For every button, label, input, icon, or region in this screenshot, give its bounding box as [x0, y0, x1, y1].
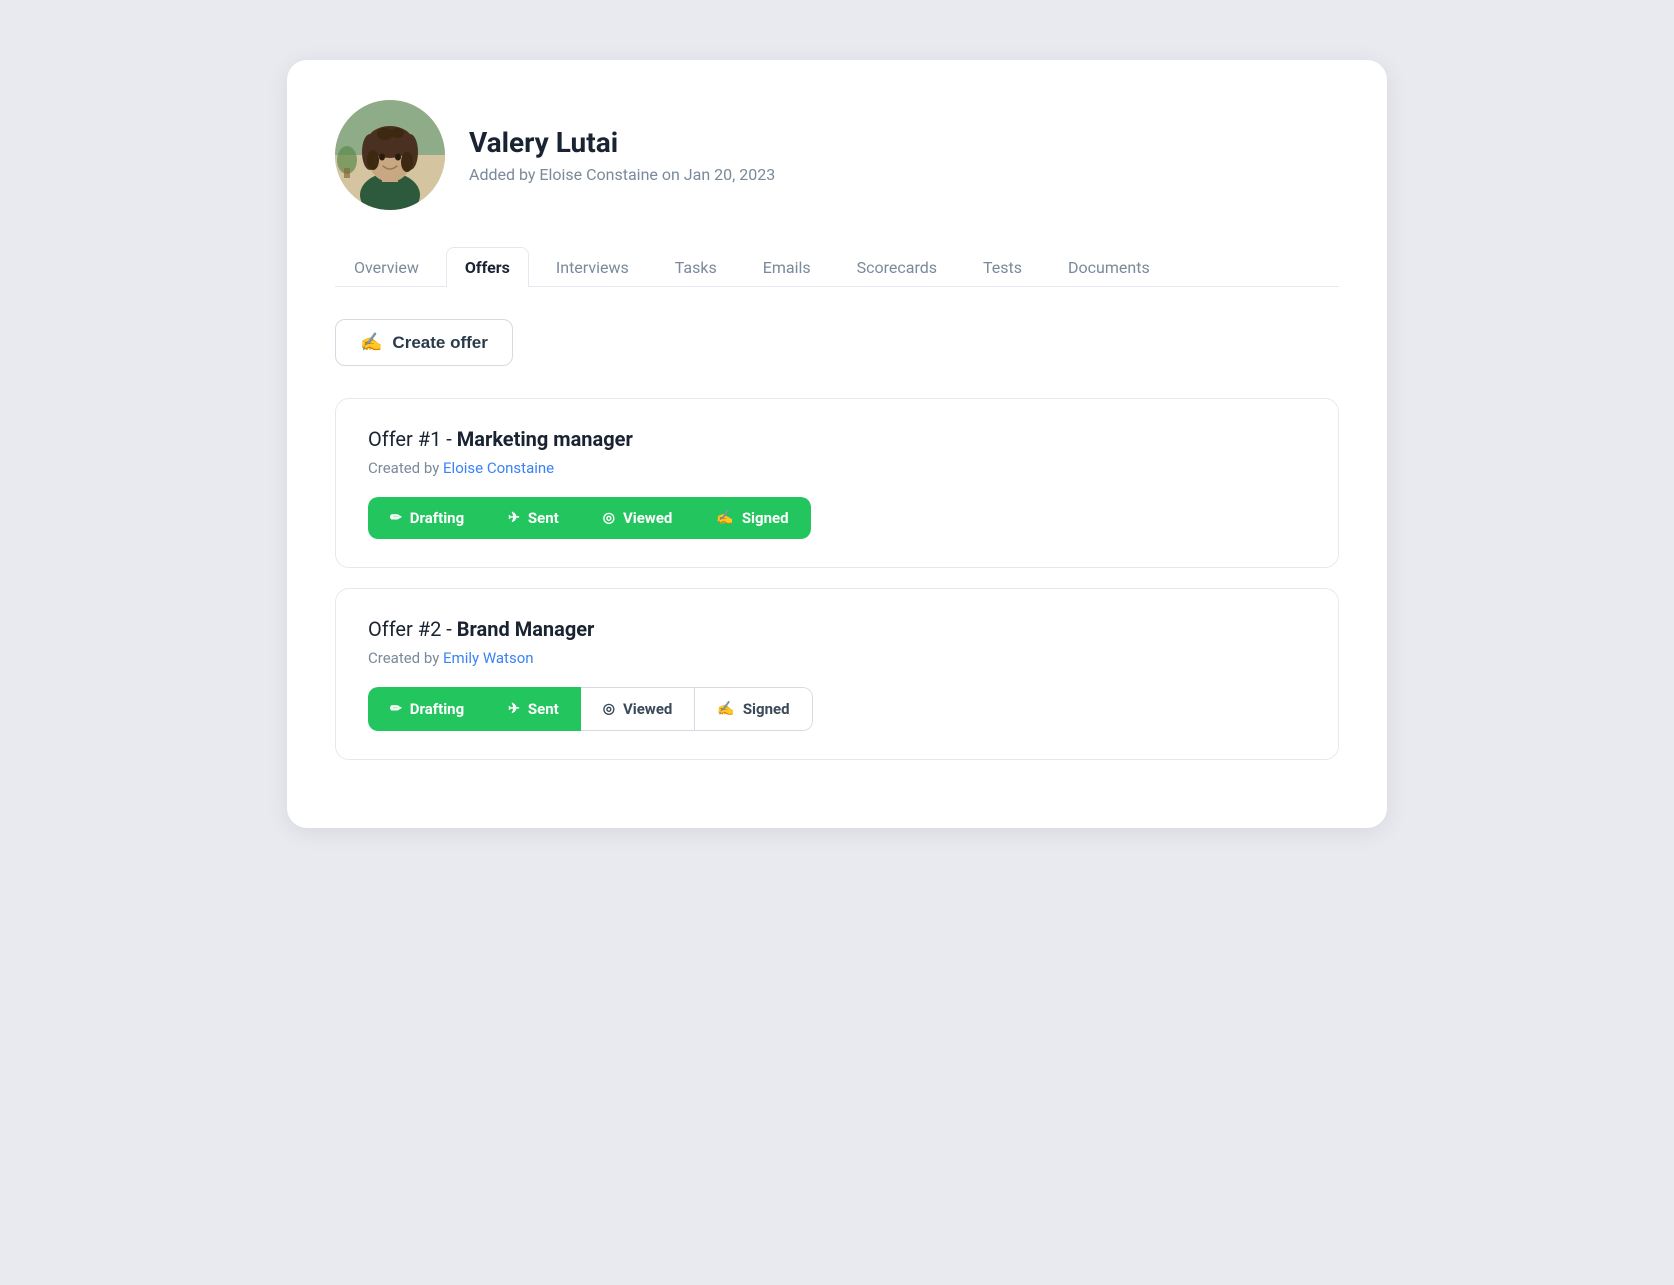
offer-2-step-viewed: ◎ Viewed	[581, 687, 696, 731]
offer-2-step-sent: ✈ Sent	[486, 687, 581, 731]
offer-1-step-viewed: ◎ Viewed	[581, 497, 695, 539]
viewed-icon-2: ◎	[603, 701, 615, 717]
offer-2-title: Offer #2 - Brand Manager	[368, 617, 1306, 641]
signed-icon: ✍	[716, 510, 733, 526]
tab-emails[interactable]: Emails	[744, 247, 830, 287]
drafting-label: Drafting	[410, 509, 464, 527]
drafting-icon-2: ✏	[390, 701, 402, 717]
tab-scorecards[interactable]: Scorecards	[838, 247, 956, 287]
offer-card-2: Offer #2 - Brand Manager Created by Emil…	[335, 588, 1339, 760]
profile-meta: Added by Eloise Constaine on Jan 20, 202…	[469, 165, 775, 184]
offer-2-step-signed: ✍ Signed	[695, 687, 812, 731]
offer-1-prefix: Offer #1 -	[368, 427, 457, 451]
tab-tests[interactable]: Tests	[964, 247, 1041, 287]
offer-1-step-signed: ✍ Signed	[694, 497, 810, 539]
drafting-icon: ✏	[390, 510, 402, 526]
offer-2-status-bar: ✏ Drafting ✈ Sent ◎ Viewed ✍ Signed	[368, 687, 813, 731]
offer-1-step-drafting: ✏ Drafting	[368, 497, 486, 539]
tab-documents[interactable]: Documents	[1049, 247, 1169, 287]
offer-card-1: Offer #1 - Marketing manager Created by …	[335, 398, 1339, 568]
offer-1-created: Created by Eloise Constaine	[368, 459, 1306, 477]
offer-1-role: Marketing manager	[457, 427, 633, 451]
tab-overview[interactable]: Overview	[335, 247, 438, 287]
sent-icon: ✈	[508, 510, 520, 526]
create-offer-icon: ✍	[360, 332, 382, 353]
create-offer-button[interactable]: ✍ Create offer	[335, 319, 513, 366]
offer-2-role: Brand Manager	[457, 617, 595, 641]
sent-label-2: Sent	[528, 700, 559, 718]
viewed-label-2: Viewed	[623, 700, 672, 718]
offer-2-prefix: Offer #2 -	[368, 617, 457, 641]
drafting-label-2: Drafting	[410, 700, 464, 718]
tabs-nav: Overview Offers Interviews Tasks Emails …	[335, 246, 1339, 287]
signed-label-2: Signed	[743, 700, 790, 718]
tab-offers[interactable]: Offers	[446, 247, 529, 287]
offer-1-creator-link[interactable]: Eloise Constaine	[443, 459, 554, 477]
offer-1-title: Offer #1 - Marketing manager	[368, 427, 1306, 451]
signed-icon-2: ✍	[717, 701, 734, 717]
viewed-icon: ◎	[603, 510, 615, 526]
sent-icon-2: ✈	[508, 701, 520, 717]
tab-tasks[interactable]: Tasks	[656, 247, 736, 287]
offer-2-created: Created by Emily Watson	[368, 649, 1306, 667]
viewed-label: Viewed	[623, 509, 672, 527]
offer-2-step-drafting: ✏ Drafting	[368, 687, 486, 731]
tab-interviews[interactable]: Interviews	[537, 247, 648, 287]
offer-1-step-sent: ✈ Sent	[486, 497, 581, 539]
offer-1-status-bar: ✏ Drafting ✈ Sent ◎ Viewed ✍ Signed	[368, 497, 811, 539]
profile-name: Valery Lutai	[469, 126, 775, 159]
profile-info: Valery Lutai Added by Eloise Constaine o…	[469, 126, 775, 184]
avatar	[335, 100, 445, 210]
offer-2-creator-link[interactable]: Emily Watson	[443, 649, 534, 667]
main-card: Valery Lutai Added by Eloise Constaine o…	[287, 60, 1387, 828]
create-offer-label: Create offer	[392, 333, 487, 353]
sent-label: Sent	[528, 509, 559, 527]
profile-section: Valery Lutai Added by Eloise Constaine o…	[335, 100, 1339, 210]
signed-label: Signed	[742, 509, 789, 527]
